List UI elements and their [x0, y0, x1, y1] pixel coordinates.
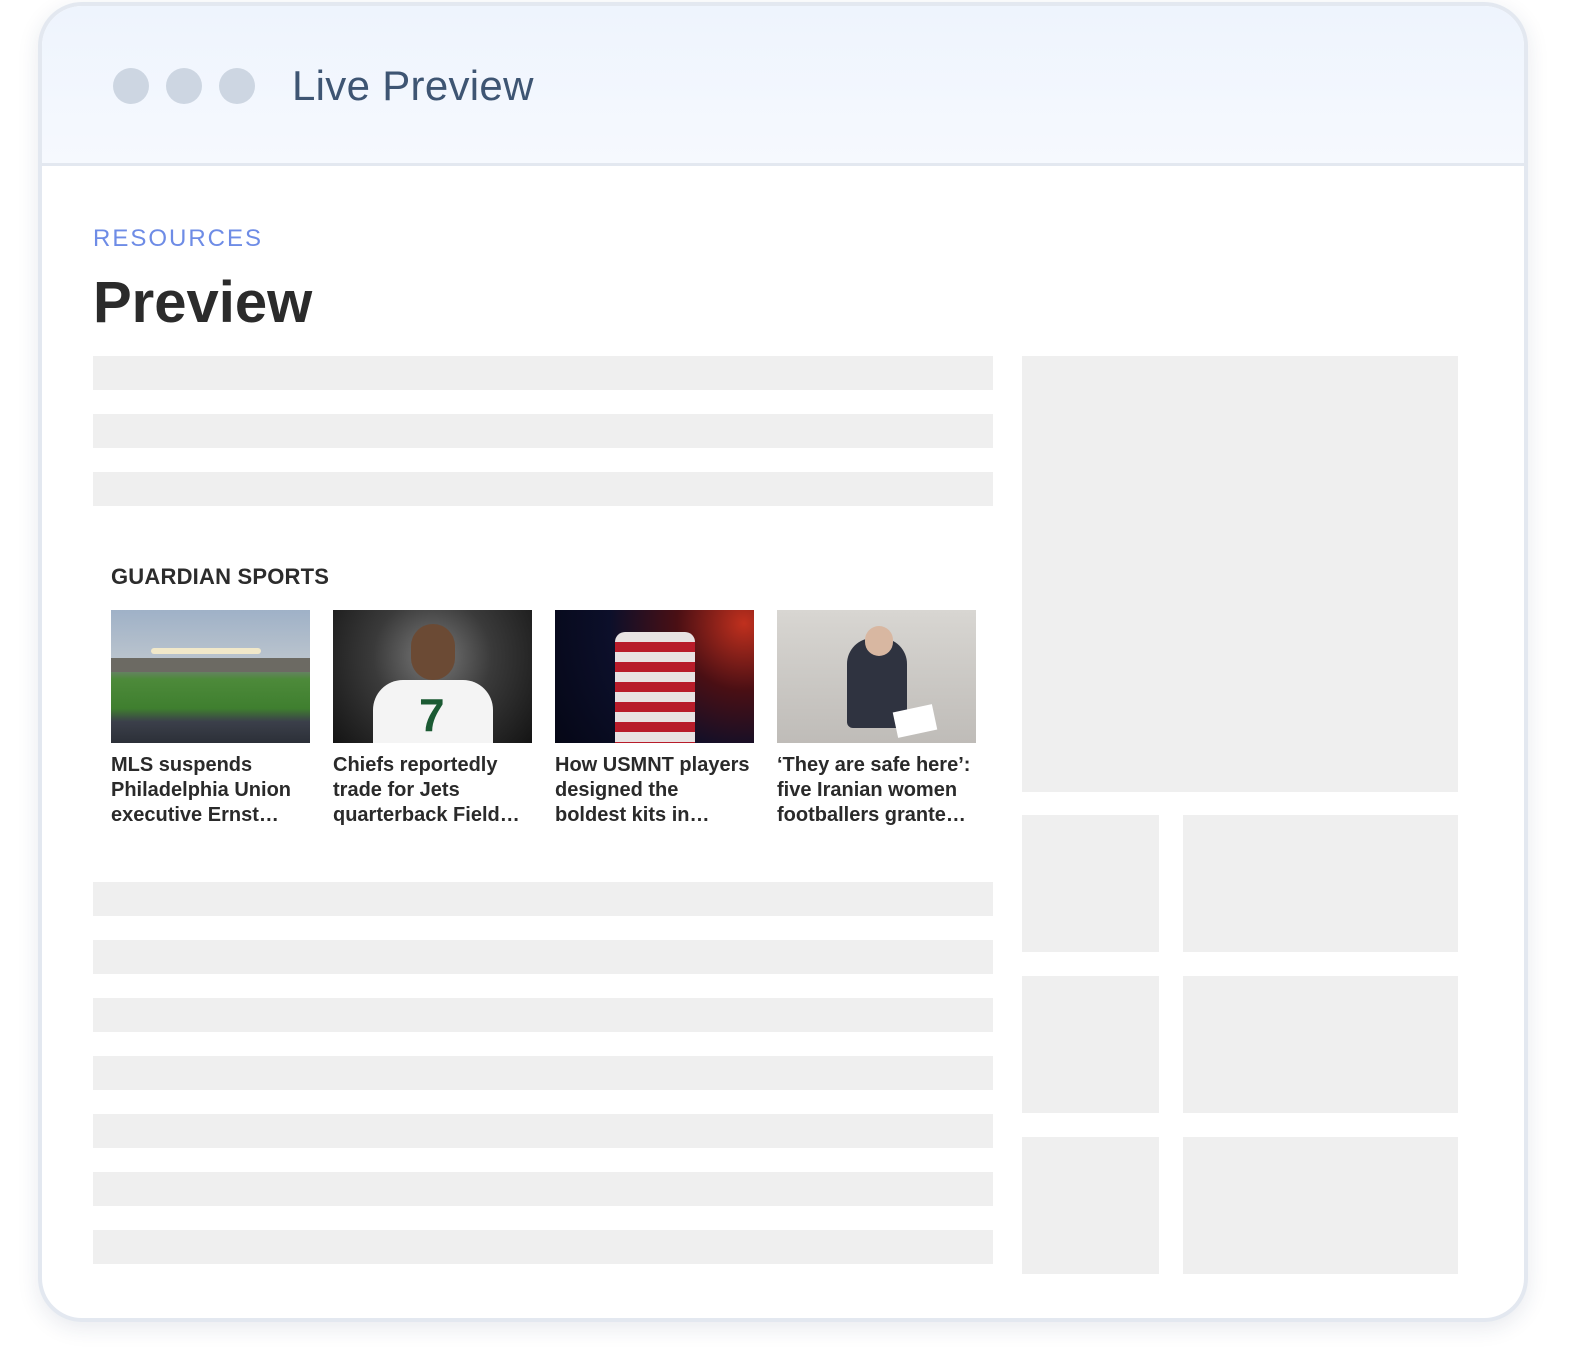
article-card[interactable]: How USMNT players designed the boldest k…: [555, 610, 754, 828]
window-dot-maximize[interactable]: [219, 68, 255, 104]
placeholder-line: [93, 1056, 993, 1090]
placeholder-line: [93, 882, 993, 916]
placeholder-line: [93, 1114, 993, 1148]
jersey-photo[interactable]: [555, 610, 754, 743]
placeholder-thumb: [1022, 815, 1159, 952]
football-player-photo[interactable]: 7: [333, 610, 532, 743]
window-dot-close[interactable]: [113, 68, 149, 104]
placeholder-text-block: [1183, 976, 1458, 1113]
article-card[interactable]: MLS suspends Philadelphia Union executiv…: [111, 610, 310, 828]
page-eyebrow: RESOURCES: [93, 225, 264, 252]
article-headline[interactable]: How USMNT players designed the boldest k…: [555, 753, 754, 828]
article-headline[interactable]: Chiefs reportedly trade for Jets quarter…: [333, 753, 532, 828]
article-headline[interactable]: MLS suspends Philadelphia Union executiv…: [111, 753, 310, 828]
placeholder-thumb: [1022, 1137, 1159, 1274]
placeholder-line: [93, 414, 993, 448]
placeholder-text-block: [1183, 815, 1458, 952]
placeholder-line: [93, 356, 993, 390]
window-title: Live Preview: [292, 62, 534, 109]
placeholder-thumb: [1022, 976, 1159, 1113]
placeholder-text-block: [1183, 1137, 1458, 1274]
article-headline[interactable]: ‘They are safe here’: five Iranian women…: [777, 753, 976, 828]
stadium-photo[interactable]: [111, 610, 310, 743]
browser-window: Live Preview RESOURCES Preview GUARDIAN …: [38, 2, 1528, 1322]
widget-section-title: GUARDIAN SPORTS: [111, 564, 330, 589]
window-dot-minimize[interactable]: [166, 68, 202, 104]
placeholder-line: [93, 940, 993, 974]
article-card[interactable]: 7 Chiefs reportedly trade for Jets quart…: [333, 610, 532, 828]
placeholder-line: [93, 1230, 993, 1264]
placeholder-line: [93, 1172, 993, 1206]
placeholder-line: [93, 472, 993, 506]
page-title: Preview: [93, 270, 313, 335]
placeholder-line: [93, 998, 993, 1032]
article-card[interactable]: ‘They are safe here’: five Iranian women…: [777, 610, 976, 828]
placeholder-image-large: [1022, 356, 1458, 792]
signing-photo[interactable]: [777, 610, 976, 743]
window-titlebar: Live Preview: [42, 6, 1524, 166]
